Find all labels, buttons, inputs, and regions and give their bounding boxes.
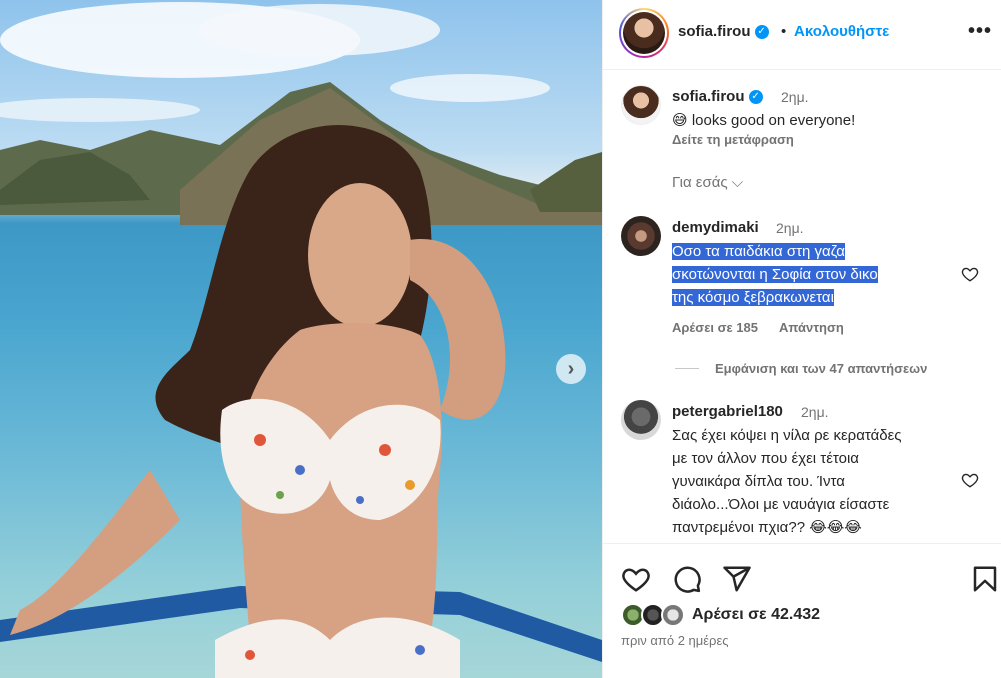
comment-line: Οσο τα παιδάκια στη γαζα <box>672 243 845 260</box>
view-replies-button[interactable]: Εμφάνιση και των 47 απαντήσεων <box>715 361 927 376</box>
comment-username[interactable]: petergabriel180 <box>672 403 783 420</box>
reply-button[interactable]: Απάντηση <box>779 320 844 335</box>
author-username-row[interactable]: sofia.firou ✓ <box>678 23 769 40</box>
for-you-filter[interactable]: Για εσάς ⌵ <box>672 174 743 191</box>
comment-text: Οσο τα παιδάκια στη γαζα σκοτώνονται η Σ… <box>672 240 878 309</box>
caption-text-row: 😅 looks good on everyone! <box>672 109 855 132</box>
more-options-icon[interactable]: ••• <box>968 20 992 43</box>
caption-text: looks good on everyone! <box>691 112 856 129</box>
comment-icon[interactable] <box>672 564 702 594</box>
comment-avatar[interactable] <box>621 216 661 256</box>
post-side-panel: sofia.firou ✓ • Ακολουθήστε ••• sofia.fir… <box>602 0 1001 678</box>
comment-line: Σας έχει κόψει η νίλα ρε κερατάδες <box>672 427 902 444</box>
caption-username-row[interactable]: sofia.firou ✓ <box>672 88 763 105</box>
comment-likes-count[interactable]: Αρέσει σε 185 <box>672 320 758 335</box>
photo-scene <box>0 2 602 678</box>
comment-avatar[interactable] <box>621 400 661 440</box>
follow-button[interactable]: Ακολουθήστε <box>794 23 889 40</box>
comment-text: Σας έχει κόψει η νίλα ρε κερατάδες με το… <box>672 424 902 539</box>
caption-emoji: 😅 <box>672 112 688 129</box>
caption-avatar[interactable] <box>621 85 661 125</box>
comment-line: της κόσμο ξεβρακωνεται <box>672 289 834 306</box>
post-actions: Αρέσει σε 42.432 πριν από 2 ημέρες <box>603 543 1001 678</box>
chevron-right-icon: › <box>567 358 575 380</box>
caption-username[interactable]: sofia.firou <box>672 88 745 105</box>
replies-divider <box>675 368 699 369</box>
post-time-ago[interactable]: πριν από 2 ημέρες <box>621 633 729 648</box>
share-icon[interactable] <box>722 564 752 594</box>
see-translation-link[interactable]: Δείτε τη μετάφραση <box>672 132 794 147</box>
heart-icon[interactable] <box>621 564 651 594</box>
comment-line: διάολο...Όλοι με ναυάγια είσαστε <box>672 496 890 513</box>
author-avatar[interactable] <box>619 8 669 58</box>
comment-line: με τον άλλον που έχει τέτοια <box>672 450 859 467</box>
comment-like-heart-icon[interactable] <box>961 265 979 283</box>
comment-time[interactable]: 2ημ. <box>801 404 829 420</box>
comments-section[interactable]: sofia.firou ✓ 2ημ. 😅 looks good on everyo… <box>603 71 1001 543</box>
comment-time[interactable]: 2ημ. <box>776 220 804 236</box>
post-header: sofia.firou ✓ • Ακολουθήστε ••• <box>603 0 1001 70</box>
verified-badge-icon: ✓ <box>754 25 769 40</box>
verified-badge-icon: ✓ <box>748 90 763 105</box>
comment-username[interactable]: demydimaki <box>672 219 759 236</box>
comment-line: σκοτώνονται η Σοφία στον δικο <box>672 266 878 283</box>
likes-count[interactable]: Αρέσει σε 42.432 <box>692 606 820 624</box>
comment-line: παντρεμένοι πχια?? 😂😂😂 <box>672 519 862 536</box>
caption-time[interactable]: 2ημ. <box>781 89 809 105</box>
comment-like-heart-icon[interactable] <box>961 471 979 489</box>
liked-by-avatars[interactable] <box>621 603 687 629</box>
author-username[interactable]: sofia.firou <box>678 23 751 40</box>
carousel-next-button[interactable]: › <box>556 354 586 384</box>
separator-dot: • <box>781 23 787 40</box>
comment-line: γυναικάρα δίπλα του. Ίντα <box>672 473 845 490</box>
post-photo[interactable]: › <box>0 0 602 678</box>
bookmark-icon[interactable] <box>970 564 1000 594</box>
